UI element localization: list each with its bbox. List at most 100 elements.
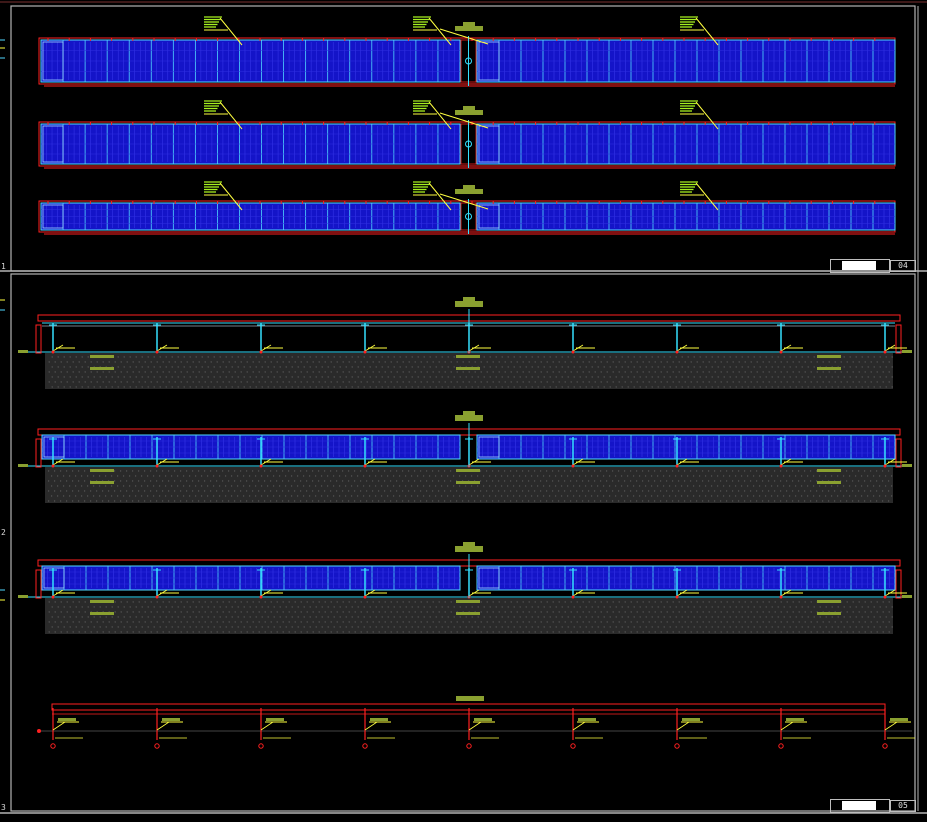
hatch-dot [720, 611, 722, 613]
hatch-dot [605, 490, 608, 492]
hatch-dot [213, 606, 215, 608]
hatch-dot [408, 611, 410, 613]
hatch-dot [422, 495, 425, 497]
hatch-dot [857, 480, 860, 482]
hatch-dot [81, 386, 83, 388]
hatch-dot [525, 356, 527, 358]
hatch-dot [315, 616, 317, 618]
hatch-dot [618, 611, 620, 613]
hatch-dot [102, 621, 104, 623]
hatch-dot [390, 631, 392, 633]
hatch-dot [390, 621, 392, 623]
hatch-dot [816, 361, 818, 363]
hatch-dot [606, 621, 608, 623]
hatch-dot [549, 356, 551, 358]
hatch-dot [677, 490, 680, 492]
hatch-dot [437, 480, 440, 482]
hatch-dot [843, 626, 845, 628]
hatch-dot [825, 626, 827, 628]
hatch-dot [564, 631, 566, 633]
hatch-dot [774, 381, 776, 383]
hatch-dot [255, 616, 257, 618]
hatch-dot [593, 480, 596, 482]
hatch-dot [843, 356, 845, 358]
hatch-dot [857, 470, 860, 472]
hatch-dot [249, 376, 251, 378]
ground-hatch [45, 598, 893, 634]
hatch-dot [678, 631, 680, 633]
hatch-dot [480, 631, 482, 633]
hatch-dot [807, 606, 809, 608]
hatch-dot [206, 475, 209, 477]
hatch-dot [750, 601, 752, 603]
hatch-dot [405, 606, 407, 608]
hatch-dot [228, 611, 230, 613]
hatch-dot [234, 361, 236, 363]
hatch-dot [603, 376, 605, 378]
hatch-dot [89, 490, 92, 492]
hatch-dot [255, 366, 257, 368]
hatch-dot [173, 480, 176, 482]
hatch-dot [567, 606, 569, 608]
hatch-dot [414, 381, 416, 383]
hatch-dot [636, 631, 638, 633]
hatch-dot [855, 366, 857, 368]
hatch-dot [696, 611, 698, 613]
hatch-dot [503, 470, 506, 472]
hatch-dot [399, 366, 401, 368]
hatch-dot [141, 356, 143, 358]
column-base [779, 595, 783, 599]
hatch-dot [186, 621, 188, 623]
hatch-dot [116, 475, 119, 477]
hatch-dot [533, 490, 536, 492]
hatch-dot [261, 386, 263, 388]
hatch-dot [780, 361, 782, 363]
hatch-dot [369, 606, 371, 608]
hatch-dot [603, 626, 605, 628]
hatch-dot [60, 601, 62, 603]
hatch-dot [201, 386, 203, 388]
hatch-dot [825, 606, 827, 608]
hatch-dot [263, 470, 266, 472]
hatch-dot [615, 376, 617, 378]
hatch-dot [197, 470, 200, 472]
hatch-dot [459, 376, 461, 378]
hatch-dot [470, 485, 473, 487]
hatch-dot [363, 626, 365, 628]
hatch-dot [654, 371, 656, 373]
hatch-dot [887, 500, 890, 502]
hatch-dot [417, 376, 419, 378]
hatch-dot [432, 611, 434, 613]
hatch-dot [656, 495, 659, 497]
hatch-dot [402, 361, 404, 363]
hatch-dot [612, 601, 614, 603]
hatch-dot [654, 621, 656, 623]
hatch-dot [189, 366, 191, 368]
hatch-dot [816, 631, 818, 633]
hatch-dot [708, 631, 710, 633]
hatch-dot [248, 495, 251, 497]
hatch-dot [507, 356, 509, 358]
hatch-dot [623, 470, 626, 472]
hatch-dot [185, 470, 188, 472]
hatch-dot [246, 621, 248, 623]
hatch-dot [744, 601, 746, 603]
hatch-dot [789, 366, 791, 368]
hatch-dot [723, 386, 725, 388]
hatch-dot [179, 490, 182, 492]
hatch-dot [579, 606, 581, 608]
hatch-dot [762, 611, 764, 613]
hatch-dot [738, 631, 740, 633]
hatch-dot [225, 366, 227, 368]
hatch-dot [248, 475, 251, 477]
hatch-dot [108, 371, 110, 373]
hatch-dot [735, 376, 737, 378]
hatch-dot [311, 490, 314, 492]
hatch-dot [692, 475, 695, 477]
hatch-dot [141, 616, 143, 618]
hatch-dot [642, 611, 644, 613]
hatch-dot [543, 626, 545, 628]
hatch-dot [125, 500, 128, 502]
hatch-dot [780, 621, 782, 623]
hatch-dot [696, 621, 698, 623]
